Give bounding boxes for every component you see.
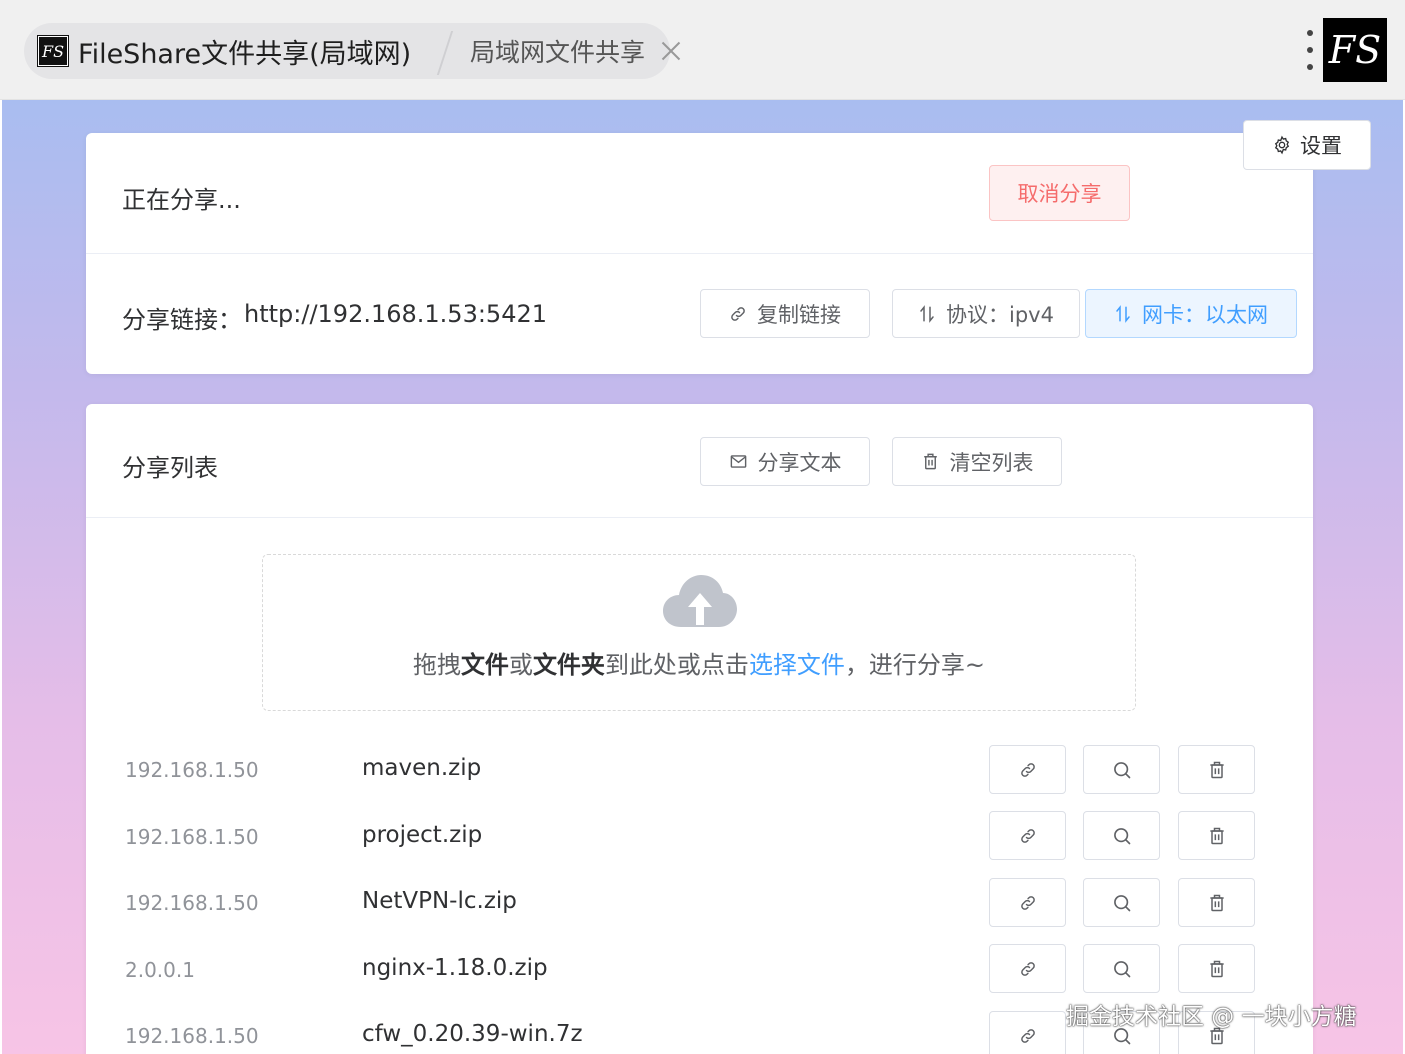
clear-list-label: 清空列表: [949, 450, 1034, 475]
settings-button[interactable]: 设置: [1243, 120, 1371, 170]
row-ip: 192.168.1.50: [125, 891, 259, 915]
delete-file-button[interactable]: [1178, 944, 1255, 993]
copy-link-button[interactable]: 复制链接: [700, 289, 870, 338]
divider: [86, 517, 1313, 518]
title-bar: FS FileShare文件共享(局域网) 局域网文件共享 FS: [0, 0, 1405, 100]
protocol-button[interactable]: 协议：ipv4: [892, 289, 1080, 338]
gear-icon: [1274, 135, 1290, 155]
preview-file-button[interactable]: [1083, 745, 1160, 794]
settings-label: 设置: [1300, 134, 1342, 158]
share-text-label: 分享文本: [757, 450, 842, 475]
share-status-card: 正在分享... 取消分享 分享链接： http://192.168.1.53:5…: [86, 133, 1313, 374]
share-text-button[interactable]: 分享文本: [700, 437, 870, 486]
copy-file-link-button[interactable]: [989, 1011, 1066, 1054]
share-list-title: 分享列表: [122, 454, 218, 482]
network-card-button[interactable]: 网卡：以太网: [1085, 289, 1297, 338]
link-icon: [1020, 828, 1035, 843]
main-content: 设置 正在分享... 取消分享 分享链接： http://192.168.1.5…: [2, 100, 1403, 1054]
divider: [86, 253, 1313, 254]
share-link-url: http://192.168.1.53:5421: [244, 300, 547, 328]
row-filename: NetVPN-lc.zip: [362, 888, 517, 914]
trash-icon: [1209, 960, 1224, 977]
link-icon: [1020, 895, 1035, 910]
copy-file-link-button[interactable]: [989, 811, 1066, 860]
tab-strip: FS FileShare文件共享(局域网) 局域网文件共享: [24, 23, 670, 79]
switch-icon: [920, 304, 934, 323]
cloud-upload-icon: [663, 575, 737, 627]
trash-icon: [1209, 827, 1224, 844]
share-link-label: 分享链接：: [122, 306, 242, 334]
row-filename: maven.zip: [362, 755, 482, 781]
share-list-card: 分享列表 分享文本 清空列表 拖拽文件或文件夹到此处或点击选择文件，进行分享~: [86, 404, 1313, 1054]
dropzone-file-word: 文件: [460, 651, 509, 679]
row-filename: nginx-1.18.0.zip: [362, 955, 548, 981]
link-icon: [1020, 961, 1035, 976]
close-icon[interactable]: [659, 39, 683, 63]
delete-file-button[interactable]: [1178, 745, 1255, 794]
tab-separator: [436, 31, 454, 75]
tab-title: FileShare文件共享(局域网): [78, 38, 412, 70]
dropzone-folder-word: 文件夹: [532, 651, 605, 679]
dropzone-or: 或: [508, 651, 533, 679]
link-icon: [731, 306, 745, 321]
mail-icon: [730, 455, 746, 468]
link-icon: [1020, 762, 1035, 777]
tab-lan-share[interactable]: 局域网文件共享: [470, 23, 683, 79]
trash-icon: [923, 453, 937, 470]
search-icon: [1113, 960, 1130, 977]
switch-icon: [1116, 304, 1130, 323]
dropzone-suffix: ，进行分享~: [844, 651, 986, 679]
preview-file-button[interactable]: [1083, 878, 1160, 927]
row-ip: 192.168.1.50: [125, 1024, 259, 1048]
row-ip: 192.168.1.50: [125, 758, 259, 782]
row-ip: 192.168.1.50: [125, 825, 259, 849]
copy-file-link-button[interactable]: [989, 944, 1066, 993]
search-icon: [1113, 827, 1130, 844]
search-icon: [1113, 894, 1130, 911]
cancel-share-button[interactable]: 取消分享: [989, 165, 1130, 221]
clear-list-button[interactable]: 清空列表: [892, 437, 1062, 486]
protocol-label: 协议：ipv4: [946, 302, 1054, 327]
watermark: 掘金技术社区 @ 一块小方糖: [1066, 1004, 1357, 1030]
copy-file-link-button[interactable]: [989, 745, 1066, 794]
dropzone-mid: 到此处或点击: [604, 651, 749, 679]
row-filename: project.zip: [362, 822, 483, 848]
tab-title: 局域网文件共享: [470, 38, 646, 67]
row-filename: cfw_0.20.39-win.7z: [362, 1021, 583, 1047]
network-card-label: 网卡：以太网: [1142, 302, 1268, 327]
tab-fileshare[interactable]: FS FileShare文件共享(局域网): [24, 23, 434, 79]
row-ip: 2.0.0.1: [125, 958, 195, 982]
app-favicon: FS: [37, 35, 69, 67]
cancel-share-label: 取消分享: [1017, 182, 1102, 206]
share-status-text: 正在分享...: [122, 186, 241, 214]
select-file-link[interactable]: 选择文件: [749, 651, 845, 679]
more-menu-icon[interactable]: [1304, 30, 1316, 70]
dropzone-text: 拖拽文件或文件夹到此处或点击选择文件，进行分享~: [263, 645, 1135, 680]
copy-file-link-button[interactable]: [989, 878, 1066, 927]
upload-dropzone[interactable]: 拖拽文件或文件夹到此处或点击选择文件，进行分享~: [262, 554, 1136, 711]
preview-file-button[interactable]: [1083, 944, 1160, 993]
copy-link-label: 复制链接: [757, 302, 841, 327]
preview-file-button[interactable]: [1083, 811, 1160, 860]
dropzone-prefix: 拖拽: [412, 651, 461, 679]
delete-file-button[interactable]: [1178, 811, 1255, 860]
link-icon: [1020, 1028, 1035, 1043]
delete-file-button[interactable]: [1178, 878, 1255, 927]
app-logo: FS: [1323, 18, 1387, 82]
trash-icon: [1209, 894, 1224, 911]
search-icon: [1113, 761, 1130, 778]
trash-icon: [1209, 761, 1224, 778]
